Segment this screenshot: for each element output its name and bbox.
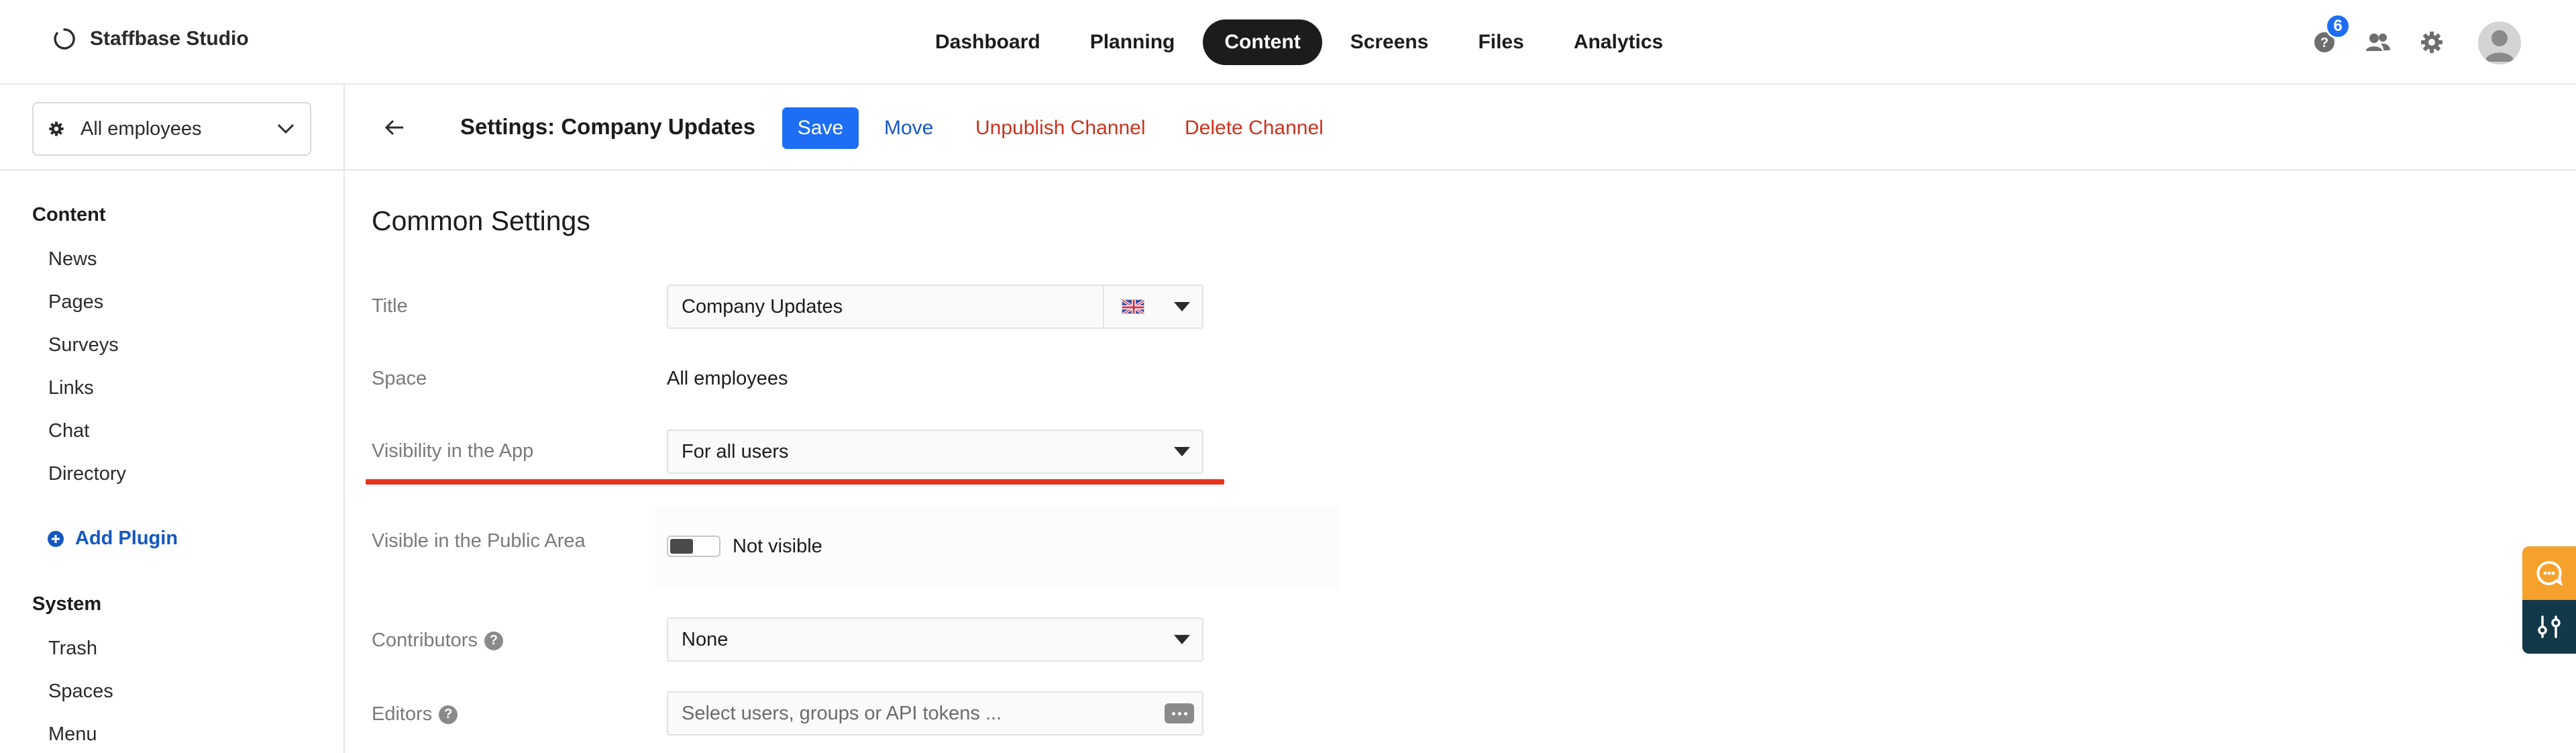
sidebar-heading-system: System bbox=[32, 593, 102, 615]
move-button[interactable]: Move bbox=[884, 117, 933, 140]
save-button[interactable]: Save bbox=[782, 107, 859, 149]
arrow-left-icon bbox=[384, 119, 403, 136]
chevron-down-icon bbox=[277, 123, 294, 134]
contributors-label-text: Contributors bbox=[372, 630, 478, 651]
users-button[interactable] bbox=[2361, 26, 2395, 59]
top-navigation-bar: Staffbase Studio Dashboard Planning Cont… bbox=[0, 0, 2576, 85]
space-value: All employees bbox=[667, 368, 788, 389]
add-plugin-label: Add Plugin bbox=[75, 528, 178, 549]
highlight-underline bbox=[366, 479, 1224, 485]
sidebar-item-chat[interactable]: Chat bbox=[48, 420, 89, 442]
nav-content[interactable]: Content bbox=[1203, 19, 1322, 65]
nav-planning[interactable]: Planning bbox=[1069, 19, 1197, 65]
sidebar-item-menu[interactable]: Menu bbox=[48, 723, 97, 746]
user-avatar[interactable] bbox=[2478, 21, 2521, 64]
main-nav: Dashboard Planning Content Screens Files… bbox=[914, 19, 1684, 65]
sidebar-item-trash[interactable]: Trash bbox=[48, 638, 97, 660]
more-options-icon[interactable] bbox=[1165, 703, 1194, 723]
delete-channel-button[interactable]: Delete Channel bbox=[1185, 117, 1324, 140]
back-button[interactable] bbox=[377, 110, 412, 145]
top-icon-group: ? 6 bbox=[2308, 0, 2469, 85]
contributors-select-value: None bbox=[682, 628, 729, 650]
sidebar-item-links[interactable]: Links bbox=[48, 377, 94, 399]
title-input-value: Company Updates bbox=[682, 295, 843, 317]
page-header: Settings: Company Updates Save Move Unpu… bbox=[345, 85, 2576, 170]
plus-circle-icon bbox=[48, 530, 64, 547]
section-title: Common Settings bbox=[372, 205, 590, 236]
svg-text:?: ? bbox=[2320, 36, 2328, 50]
editors-label: Editors ? bbox=[372, 703, 458, 725]
unpublish-channel-button[interactable]: Unpublish Channel bbox=[975, 117, 1146, 140]
public-area-toggle[interactable] bbox=[667, 536, 720, 557]
sidebar-item-news[interactable]: News bbox=[48, 248, 97, 270]
app-name: Staffbase Studio bbox=[90, 28, 249, 50]
space-label: Space bbox=[372, 368, 427, 389]
gear-icon bbox=[2421, 32, 2443, 53]
nav-analytics[interactable]: Analytics bbox=[1552, 19, 1684, 65]
space-selector[interactable]: All employees bbox=[32, 102, 311, 156]
help-icon[interactable]: ? bbox=[439, 705, 458, 724]
user-avatar-icon bbox=[2478, 21, 2521, 64]
visibility-caret-down-icon bbox=[1174, 447, 1190, 456]
toggle-knob bbox=[670, 539, 693, 554]
language-selector[interactable] bbox=[1103, 286, 1202, 328]
public-area-label: Visible in the Public Area bbox=[372, 530, 586, 552]
nav-dashboard[interactable]: Dashboard bbox=[914, 19, 1062, 65]
space-selector-label: All employees bbox=[80, 117, 202, 140]
editors-input[interactable]: Select users, groups or API tokens ... bbox=[667, 691, 1203, 736]
help-icon[interactable]: ? bbox=[484, 631, 503, 650]
sliders-icon bbox=[2538, 615, 2561, 638]
visibility-label: Visibility in the App bbox=[372, 440, 534, 462]
language-caret-down-icon bbox=[1174, 302, 1190, 311]
sidebar-item-spaces[interactable]: Spaces bbox=[48, 681, 113, 703]
sidebar-item-surveys[interactable]: Surveys bbox=[48, 334, 119, 356]
visibility-select[interactable]: For all users bbox=[667, 430, 1203, 474]
sidebar-divider bbox=[0, 169, 345, 170]
uk-flag-icon bbox=[1122, 299, 1144, 314]
add-plugin-button[interactable]: Add Plugin bbox=[47, 528, 178, 550]
chat-widget-button[interactable] bbox=[2522, 546, 2576, 600]
settings-button[interactable] bbox=[2415, 26, 2449, 59]
contributors-select[interactable]: None bbox=[667, 617, 1203, 662]
editors-label-text: Editors bbox=[372, 703, 433, 725]
staffbase-logo-icon bbox=[54, 28, 75, 50]
notification-badge: 6 bbox=[2325, 13, 2351, 39]
contributors-caret-down-icon bbox=[1174, 635, 1190, 644]
brand[interactable]: Staffbase Studio bbox=[52, 27, 249, 51]
title-label: Title bbox=[372, 295, 408, 317]
visibility-select-value: For all users bbox=[682, 440, 789, 462]
gear-icon bbox=[49, 121, 64, 136]
help-button[interactable]: ? 6 bbox=[2308, 13, 2351, 59]
users-icon bbox=[2366, 34, 2390, 51]
title-input[interactable]: Company Updates bbox=[667, 285, 1203, 329]
editors-input-placeholder: Select users, groups or API tokens ... bbox=[682, 702, 1002, 724]
sidebar: All employees Content News Pages Surveys… bbox=[0, 85, 345, 753]
sidebar-heading-content: Content bbox=[32, 204, 106, 225]
nav-screens[interactable]: Screens bbox=[1329, 19, 1450, 65]
public-area-status: Not visible bbox=[733, 536, 822, 557]
contributors-label: Contributors ? bbox=[372, 630, 503, 652]
page-title: Settings: Company Updates bbox=[460, 114, 756, 139]
nav-files[interactable]: Files bbox=[1456, 19, 1545, 65]
chat-widget-icon bbox=[2536, 560, 2563, 587]
tools-widget-button[interactable] bbox=[2522, 600, 2576, 654]
sidebar-item-pages[interactable]: Pages bbox=[48, 291, 103, 313]
sidebar-item-directory[interactable]: Directory bbox=[48, 463, 126, 485]
